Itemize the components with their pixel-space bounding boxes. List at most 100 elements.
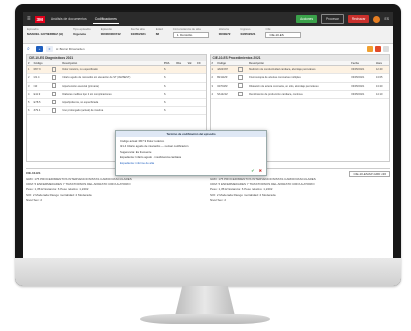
info-field: Edad 68 [155, 27, 163, 36]
table-cell: I21.4 [32, 73, 51, 83]
discharge-select[interactable]: Circunstancia de alta 1. Domicilio [172, 27, 209, 38]
table-cell: Rendimiento de producción cardiaca, cont… [248, 90, 351, 99]
table-cell: Fluoroscopia de arterias coronarias múlt… [248, 73, 351, 83]
info-field: Episodio 000000000742 [100, 27, 121, 36]
row-checkbox[interactable] [51, 99, 57, 105]
settings-icon[interactable] [383, 46, 389, 52]
table-cell: E11.9 [32, 90, 51, 99]
procedures-table: # Código Descripción Fecha Hora 1 4A023N7 Medi… [210, 61, 389, 99]
dialog-line: Sugerencia: Es frecuente [120, 149, 152, 154]
table-cell: 13:05 [374, 73, 389, 83]
dialog-line: I21.4 Infarto agudo de miocardio — revis… [120, 144, 189, 149]
table-cell [50, 73, 62, 83]
table-cell [196, 106, 206, 116]
table-cell [175, 73, 187, 83]
table-row[interactable]: 2 B2111ZZ Fluoroscopia de arterias coronar… [210, 73, 389, 83]
dialog-line: Expediente: Infarto agudo · insuficienci… [120, 155, 182, 160]
table-cell [175, 90, 187, 99]
dialog-line: Código actual: R07.9 Dolor torácico [120, 139, 165, 143]
table-cell [196, 65, 206, 75]
row-checkbox[interactable] [238, 83, 243, 88]
table-cell: S [162, 106, 176, 116]
table-cell: 02703ZZ [216, 82, 238, 91]
alert-icon[interactable] [375, 46, 381, 52]
row-checkbox[interactable] [51, 75, 57, 80]
diagnoses-table: # Código Descripción POA Dbs Val CC 1 R07.9 Dolo… [27, 61, 206, 116]
monitor: ≡ 3M Análisis de documentos Codificacion… [15, 4, 401, 286]
table-row[interactable]: 2 I21.4 Infarto agudo de miocardio sin ele… [27, 73, 206, 83]
table-cell: E78.5 [32, 98, 51, 108]
actions-button[interactable]: Acciones [296, 15, 318, 23]
table-cell [186, 90, 197, 99]
table-cell: S [162, 98, 176, 108]
table-row[interactable]: 4 E11.9 Diabetes mellitus tipo 2 sin compl… [27, 90, 206, 99]
table-cell: 03/05/2021 [350, 90, 375, 99]
table-cell [175, 65, 187, 75]
table-cell: 03/05/2021 [350, 82, 375, 91]
grouper-version-dropdown[interactable]: CIE-10-ES/AP-GRD v36 [349, 171, 390, 177]
table-cell [237, 73, 249, 83]
table-cell: Infarto agudo de miocardio sin elevación… [61, 73, 163, 83]
table-cell [186, 82, 197, 91]
table-cell [237, 90, 249, 99]
table-cell: Z79.4 [32, 106, 51, 116]
table-cell: 5A1221Z [216, 90, 238, 99]
add-button[interactable]: + [36, 46, 43, 52]
table-cell: S [162, 65, 176, 75]
search-icon[interactable]: ⌕ [27, 46, 33, 52]
row-checkbox[interactable] [51, 83, 57, 88]
confirm-icon[interactable]: ✔ [251, 168, 254, 173]
info-field: Tipo episodio Urgencia [72, 27, 91, 36]
table-cell [50, 98, 62, 108]
close-icon[interactable]: ✖ [259, 168, 262, 173]
user-avatar[interactable] [373, 15, 381, 23]
table-cell: S [162, 82, 176, 91]
table-cell [186, 106, 197, 116]
table-row[interactable]: 3 I10 Hipertensión esencial (primaria) S [27, 82, 206, 91]
table-cell [237, 82, 249, 91]
table-row[interactable]: 1 4A023N7 Medición de conductividad cardia… [210, 65, 389, 75]
table-cell [196, 98, 206, 108]
coding-completion-dialog: Termino de codificación del episodio Cód… [115, 130, 267, 176]
row-checkbox[interactable] [51, 107, 57, 113]
table-cell: S [162, 90, 176, 99]
table-cell: B2111ZZ [216, 73, 238, 83]
reject-button[interactable]: Rechazar [347, 15, 370, 23]
table-cell: 03/05/2021 [350, 65, 375, 75]
nav-analysis[interactable]: Análisis de documentos [49, 15, 89, 23]
table-cell: R07.9 [32, 65, 51, 75]
table-row[interactable]: 4 5A1221Z Rendimiento de producción cardia… [210, 90, 389, 99]
language-selector[interactable]: ES [384, 17, 389, 21]
clear-filters-link[interactable]: A: Borrar filtros/orden [56, 47, 85, 51]
table-cell [186, 98, 197, 108]
table-cell [50, 65, 62, 75]
table-cell [50, 82, 62, 91]
nav-coding[interactable]: Codificaciones [92, 15, 119, 24]
row-checkbox[interactable] [51, 66, 57, 72]
info-field: Fecha alta 04/05/2021 [130, 27, 146, 36]
menu-icon[interactable]: ≡ [27, 16, 31, 22]
classification-select[interactable]: CIE CIE-10-ES [265, 27, 302, 38]
toolbar: ⌕ + ≡ A: Borrar filtros/orden [23, 44, 393, 54]
logo: 3M [34, 15, 45, 23]
table-row[interactable]: 5 E78.5 Hiperlipidemia, no especificada S [27, 98, 206, 108]
process-button[interactable]: Procesar [321, 14, 344, 24]
row-checkbox[interactable] [51, 91, 57, 97]
row-checkbox[interactable] [238, 91, 243, 97]
table-cell [50, 90, 62, 99]
monitor-chin [15, 258, 401, 286]
row-checkbox[interactable] [238, 75, 243, 80]
dialog-link[interactable]: Expediente: informe de alta [120, 161, 262, 165]
table-row[interactable]: 1 R07.9 Dolor torácico, no especificado S [27, 65, 206, 75]
table-cell: 12:40 [374, 65, 389, 75]
table-row[interactable]: 3 02703ZZ Dilatación de arteria coronaria,… [210, 82, 389, 91]
list-button[interactable]: ≡ [46, 46, 53, 52]
row-checkbox[interactable] [238, 66, 243, 72]
table-cell: 4A023N7 [216, 65, 238, 75]
table-cell: 14:10 [374, 90, 389, 99]
table-cell: Diabetes mellitus tipo 2 sin complicacio… [61, 90, 163, 99]
table-row[interactable]: 6 Z79.4 Uso prolongado (actual) de insulin… [27, 106, 206, 116]
table-cell [196, 90, 206, 99]
warning-icon[interactable] [367, 46, 373, 52]
table-cell [196, 82, 206, 91]
